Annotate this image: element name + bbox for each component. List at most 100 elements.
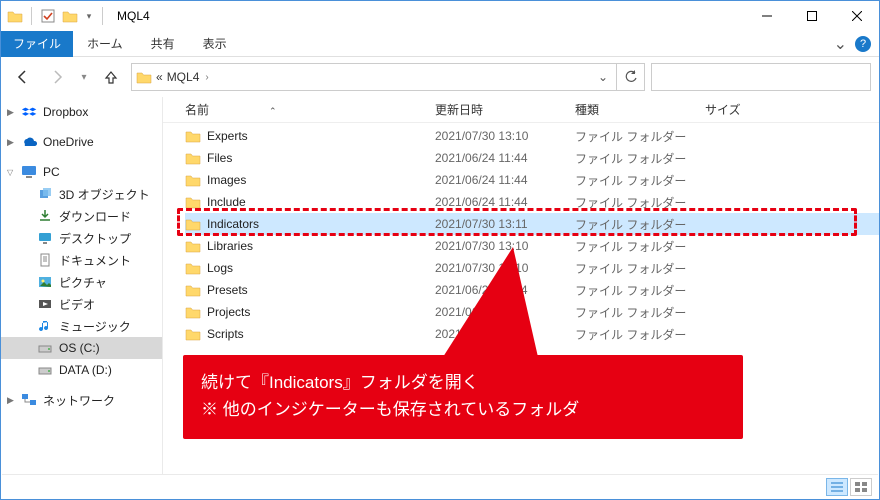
column-header-size[interactable]: サイズ [705, 101, 785, 118]
nav-label: ビデオ [59, 296, 95, 313]
nav-label: OneDrive [43, 135, 94, 149]
file-row[interactable]: Files2021/06/24 11:44ファイル フォルダー [185, 147, 879, 169]
desktop-icon [37, 230, 53, 246]
address-bar[interactable]: « MQL4 › ⌄ [131, 63, 617, 91]
nav-music[interactable]: ミュージック [1, 315, 162, 337]
minimize-button[interactable] [744, 1, 789, 31]
breadcrumb-item[interactable]: MQL4 [167, 70, 200, 84]
chevron-right-icon[interactable]: ▶ [7, 107, 14, 118]
nav-desktop[interactable]: デスクトップ [1, 227, 162, 249]
checkbox-icon[interactable] [40, 8, 56, 24]
chevron-right-icon[interactable]: ▶ [7, 395, 14, 406]
file-type: ファイル フォルダー [575, 304, 705, 321]
nav-onedrive[interactable]: ▶ OneDrive [1, 131, 162, 153]
nav-pictures[interactable]: ピクチャ [1, 271, 162, 293]
sort-indicator-icon: ⌃ [209, 106, 277, 116]
nav-drive-c[interactable]: OS (C:) [1, 337, 162, 359]
qat-dropdown-icon[interactable]: ▾ [84, 8, 94, 24]
drive-icon [37, 340, 53, 356]
file-name: Scripts [207, 327, 244, 341]
nav-drive-d[interactable]: DATA (D:) [1, 359, 162, 381]
nav-videos[interactable]: ビデオ [1, 293, 162, 315]
nav-downloads[interactable]: ダウンロード [1, 205, 162, 227]
nav-label: ドキュメント [59, 252, 131, 269]
column-label: 名前 [185, 103, 209, 117]
ribbon: ファイル ホーム 共有 表示 ⌄ ? [1, 31, 879, 57]
nav-label: 3D オブジェクト [59, 186, 150, 203]
file-row[interactable]: Experts2021/07/30 13:10ファイル フォルダー [185, 125, 879, 147]
status-bar [2, 474, 878, 498]
forward-button[interactable] [43, 63, 71, 91]
file-name: Indicators [207, 217, 259, 231]
file-name: Experts [207, 129, 248, 143]
folder-icon [185, 304, 201, 320]
back-button[interactable] [9, 63, 37, 91]
ribbon-expand-icon[interactable]: ⌄ [826, 34, 855, 54]
window-title: MQL4 [111, 9, 744, 23]
pc-icon [21, 164, 37, 180]
objects3d-icon [37, 186, 53, 202]
file-name: Files [207, 151, 232, 165]
maximize-button[interactable] [789, 1, 834, 31]
file-type: ファイル フォルダー [575, 216, 705, 233]
column-headers: 名前⌃ 更新日時 種類 サイズ [163, 97, 879, 123]
file-row[interactable]: Include2021/06/24 11:44ファイル フォルダー [185, 191, 879, 213]
main-area: ▶ Dropbox ▶ OneDrive ▽ PC 3D オブジェクト ダウンロ… [1, 97, 879, 475]
quick-access-toolbar: ▾ [1, 7, 111, 25]
chevron-right-icon[interactable]: ▶ [7, 137, 14, 148]
file-type: ファイル フォルダー [575, 326, 705, 343]
thumbnails-view-button[interactable] [850, 478, 872, 496]
qat-folder-icon[interactable] [62, 8, 78, 24]
file-name: Projects [207, 305, 250, 319]
address-row: ▾ « MQL4 › ⌄ [1, 57, 879, 97]
file-date: 2021/07/30 13:11 [435, 217, 575, 231]
folder-icon [185, 128, 201, 144]
annotation-callout: 続けて『Indicators』フォルダを開く ※ 他のインジケーターも保存されて… [183, 355, 743, 439]
chevron-right-icon[interactable]: › [203, 72, 210, 83]
column-header-type[interactable]: 種類 [575, 101, 705, 118]
folder-icon [136, 69, 152, 85]
file-type: ファイル フォルダー [575, 260, 705, 277]
file-row[interactable]: Images2021/06/24 11:44ファイル フォルダー [185, 169, 879, 191]
column-header-date[interactable]: 更新日時 [435, 101, 575, 118]
nav-documents[interactable]: ドキュメント [1, 249, 162, 271]
share-tab[interactable]: 共有 [137, 35, 189, 52]
download-icon [37, 208, 53, 224]
folder-icon [185, 216, 201, 232]
videos-icon [37, 296, 53, 312]
file-type: ファイル フォルダー [575, 150, 705, 167]
nav-pc[interactable]: ▽ PC [1, 161, 162, 183]
folder-icon [185, 282, 201, 298]
help-icon[interactable]: ? [855, 36, 871, 52]
network-icon [21, 392, 37, 408]
nav-3d-objects[interactable]: 3D オブジェクト [1, 183, 162, 205]
chevron-down-icon[interactable]: ▽ [7, 168, 13, 177]
folder-icon [185, 238, 201, 254]
details-view-button[interactable] [826, 478, 848, 496]
column-header-name[interactable]: 名前⌃ [185, 101, 435, 118]
search-box[interactable] [651, 63, 871, 91]
file-type: ファイル フォルダー [575, 238, 705, 255]
file-date: 2021/07/30 13:10 [435, 129, 575, 143]
callout-line1: 続けて『Indicators』フォルダを開く [201, 369, 725, 396]
file-row[interactable]: Indicators 2021/07/30 13:11ファイル フォルダー [185, 213, 879, 235]
file-name: Libraries [207, 239, 253, 253]
view-tab[interactable]: 表示 [189, 35, 241, 52]
music-icon [37, 318, 53, 334]
close-button[interactable] [834, 1, 879, 31]
nav-label: ミュージック [59, 318, 131, 335]
folder-icon [185, 150, 201, 166]
address-dropdown-icon[interactable]: ⌄ [594, 70, 612, 84]
callout-line2: ※ 他のインジケーターも保存されているフォルダ [201, 396, 725, 423]
file-date: 2021/06/24 11:44 [435, 173, 575, 187]
recent-dropdown-icon[interactable]: ▾ [77, 63, 91, 91]
nav-network[interactable]: ▶ ネットワーク [1, 389, 162, 411]
nav-label: ネットワーク [43, 392, 115, 409]
file-type: ファイル フォルダー [575, 194, 705, 211]
home-tab[interactable]: ホーム [73, 35, 137, 52]
file-tab[interactable]: ファイル [1, 31, 73, 57]
nav-dropbox[interactable]: ▶ Dropbox [1, 101, 162, 123]
up-button[interactable] [97, 63, 125, 91]
refresh-button[interactable] [617, 63, 645, 91]
file-type: ファイル フォルダー [575, 172, 705, 189]
